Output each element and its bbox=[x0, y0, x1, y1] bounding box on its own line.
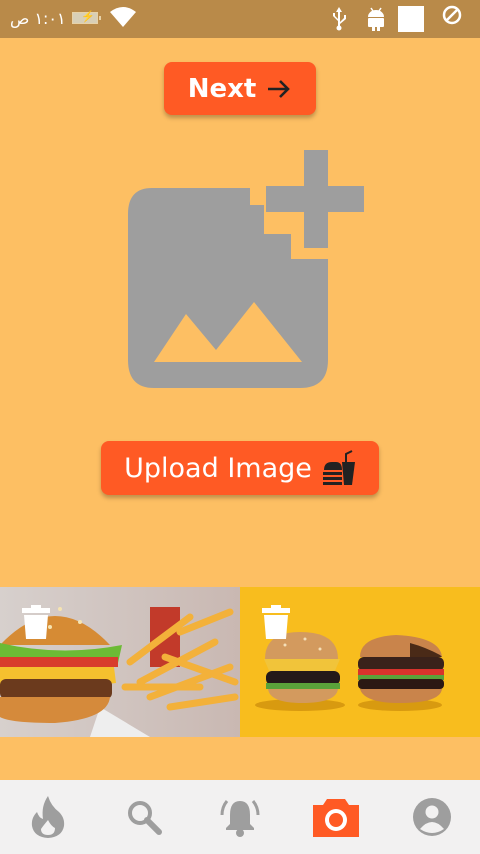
trash-icon[interactable] bbox=[262, 605, 290, 639]
bell-icon bbox=[220, 800, 260, 837]
do-not-disturb-icon bbox=[442, 5, 462, 25]
add-photo-icon[interactable] bbox=[126, 150, 366, 390]
android-icon bbox=[368, 7, 384, 31]
battery-charging-icon: ⚡ bbox=[72, 11, 101, 24]
fastfood-icon bbox=[322, 450, 355, 485]
photo-gallery bbox=[0, 587, 480, 737]
upload-image-button[interactable]: Upload Image bbox=[101, 441, 379, 495]
two-burgers-yellow-background-photo[interactable] bbox=[240, 587, 480, 737]
nav-item-notifications[interactable] bbox=[192, 780, 288, 854]
next-button[interactable]: Next bbox=[164, 62, 316, 115]
search-icon bbox=[128, 801, 162, 835]
usb-icon bbox=[333, 7, 346, 31]
nav-item-camera[interactable] bbox=[288, 780, 384, 854]
next-button-label: Next bbox=[187, 73, 257, 104]
status-bar: ١:٠١ ص ⚡ bbox=[0, 0, 480, 38]
upload-image-button-label: Upload Image bbox=[124, 452, 312, 484]
arrow-right-icon bbox=[268, 79, 291, 98]
camera-icon bbox=[313, 799, 359, 837]
burger-with-fries-photo[interactable] bbox=[0, 587, 240, 737]
notification-square-icon bbox=[398, 6, 424, 32]
trash-icon[interactable] bbox=[22, 605, 50, 639]
flame-icon bbox=[31, 796, 65, 838]
nav-item-search[interactable] bbox=[96, 780, 192, 854]
nav-item-trending[interactable] bbox=[0, 780, 96, 854]
bottom-navigation bbox=[0, 780, 480, 854]
nav-item-profile[interactable] bbox=[384, 780, 480, 854]
account-icon bbox=[413, 798, 451, 836]
wifi-icon bbox=[110, 7, 136, 27]
status-time: ١:٠١ ص bbox=[10, 9, 66, 28]
